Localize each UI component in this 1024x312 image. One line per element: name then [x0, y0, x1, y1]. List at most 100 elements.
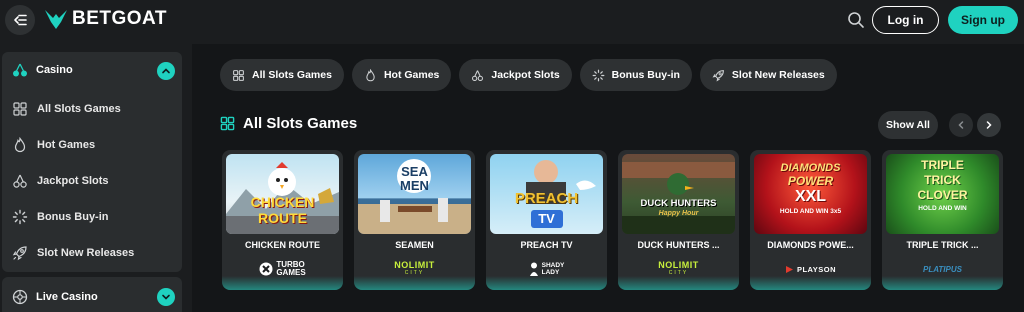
collapse-casino-button[interactable] [157, 62, 175, 80]
card-glow [618, 276, 739, 290]
lady-silhouette-icon [529, 262, 538, 276]
game-thumbnail[interactable]: SEA MEN [358, 154, 471, 234]
show-all-button[interactable]: Show All [878, 111, 938, 139]
game-card-diamonds-power[interactable]: DIAMONDS POWER XXL HOLD AND WIN 3x5 DIAM… [750, 150, 871, 290]
grid-icon [220, 116, 235, 131]
sidebar-item-label: All Slots Games [37, 103, 121, 115]
thumb-title-line-1: TRIPLE [921, 158, 964, 172]
card-glow [222, 276, 343, 290]
game-title: CHICKEN ROUTE [244, 240, 320, 250]
card-glow [486, 276, 607, 290]
thumb-title-line-4: HOLD AND WIN [918, 205, 967, 212]
category-label: Hot Games [383, 69, 440, 81]
category-slot-new-releases[interactable]: Slot New Releases [699, 59, 837, 91]
game-thumbnail[interactable]: DUCK HUNTERS Happy Hour [622, 154, 735, 234]
brand-logo[interactable]: BETGOAT [44, 8, 167, 30]
thumb-title-line-1: DIAMONDS [780, 162, 841, 174]
cherries-icon [13, 174, 27, 188]
section-heading: All Slots Games [220, 115, 357, 132]
flame-icon [14, 137, 26, 153]
rocket-icon [712, 69, 724, 81]
sidebar: Casino All Slots Games Hot Games Jackpot… [0, 48, 184, 312]
thumb-title-line-2: Happy Hour [658, 210, 699, 217]
thumb-title-line-2: POWER [787, 174, 834, 188]
chevron-left-icon [958, 121, 964, 129]
sidebar-casino-label: Casino [36, 64, 73, 76]
brand-name: BETGOAT [72, 8, 167, 29]
category-bonus-buy-in[interactable]: Bonus Buy-in [579, 59, 692, 91]
chevron-right-icon [986, 121, 992, 129]
spinner-icon [12, 209, 28, 225]
close-x-icon [259, 262, 273, 276]
thumb-title-line-2: MEN [400, 178, 429, 193]
sidebar-item-label: Jackpot Slots [37, 175, 109, 187]
game-card-chicken-route[interactable]: CHICKEN ROUTE CHICKEN ROUTE TURBO GAMES [222, 150, 343, 290]
sidebar-item-slot-new-releases[interactable]: Slot New Releases [2, 238, 182, 268]
category-all-slots[interactable]: All Slots Games [220, 59, 344, 91]
playson-play-icon [785, 265, 793, 273]
sidebar-item-hot-games[interactable]: Hot Games [2, 130, 182, 160]
game-title: DUCK HUNTERS ... [637, 240, 720, 250]
thumb-title-line-3: XXL [794, 188, 827, 205]
thumb-title-line-1: CHICKEN [250, 194, 315, 210]
grid-icon [13, 102, 27, 116]
spinner-icon [592, 69, 605, 81]
category-label: Slot New Releases [731, 69, 825, 81]
section-title: All Slots Games [243, 115, 358, 132]
chevron-up-icon [162, 68, 170, 74]
sidebar-section-live-casino: Live Casino [2, 277, 182, 312]
sidebar-section-casino: Casino All Slots Games Hot Games Jackpot… [2, 52, 182, 272]
login-button[interactable]: Log in [872, 6, 939, 34]
menu-collapse-button[interactable] [5, 5, 35, 35]
thumb-title-line-1: PREACH [514, 190, 579, 207]
category-filter-bar: All Slots Games Hot Games Jackpot Slots [220, 59, 837, 91]
category-hot-games[interactable]: Hot Games [351, 59, 452, 91]
roulette-icon [12, 289, 28, 305]
carousel-next-button[interactable] [977, 113, 1001, 137]
card-glow [750, 276, 871, 290]
thumb-title-line-1: DUCK HUNTERS [640, 198, 717, 209]
menu-collapse-icon [14, 14, 27, 26]
sidebar-live-casino-header[interactable]: Live Casino [2, 277, 182, 312]
game-card-triple-trick-clover[interactable]: TRIPLE TRICK CLOVER HOLD AND WIN TRIPLE … [882, 150, 1003, 290]
flame-icon [366, 68, 375, 81]
card-glow [354, 276, 475, 290]
game-thumbnail[interactable]: TRIPLE TRICK CLOVER HOLD AND WIN [886, 154, 999, 234]
game-thumbnail[interactable]: PREACH TV [490, 154, 603, 234]
goat-logo-icon [45, 10, 67, 29]
provider-name-line-1: NOLIMIT [658, 260, 699, 270]
search-button[interactable] [846, 10, 866, 30]
game-carousel: CHICKEN ROUTE CHICKEN ROUTE TURBO GAMES [222, 150, 1003, 290]
thumb-title-line-2: TRICK [924, 173, 961, 187]
signup-button[interactable]: Sign up [948, 6, 1018, 34]
sidebar-item-label: Slot New Releases [37, 247, 135, 259]
game-thumbnail[interactable]: DIAMONDS POWER XXL HOLD AND WIN 3x5 [754, 154, 867, 234]
game-card-seamen[interactable]: SEA MEN SEAMEN NOLIMIT CITY [354, 150, 475, 290]
game-thumbnail[interactable]: CHICKEN ROUTE [226, 154, 339, 234]
main-content: All Slots Games Hot Games Jackpot Slots [192, 44, 1024, 312]
carousel-prev-button[interactable] [949, 113, 973, 137]
chevron-down-icon [162, 294, 170, 300]
game-card-preach-tv[interactable]: PREACH TV PREACH TV SHADY LADY [486, 150, 607, 290]
thumb-title-line-2: TV [538, 211, 555, 226]
sidebar-item-all-slots[interactable]: All Slots Games [2, 94, 182, 124]
rocket-icon [12, 246, 27, 261]
sidebar-live-casino-label: Live Casino [36, 291, 98, 303]
card-glow [882, 276, 1003, 290]
sidebar-casino-header[interactable]: Casino [2, 52, 182, 88]
expand-live-casino-button[interactable] [157, 288, 175, 306]
provider-name-line-1: SHADY [541, 262, 565, 269]
thumb-title-line-3: CLOVER [917, 188, 968, 202]
sidebar-item-bonus-buy-in[interactable]: Bonus Buy-in [2, 202, 182, 232]
grid-icon [233, 69, 244, 81]
provider-name-line-1: NOLIMIT [394, 260, 435, 270]
thumb-title-line-1: SEA [401, 164, 428, 179]
game-card-duck-hunters[interactable]: DUCK HUNTERS Happy Hour DUCK HUNTERS ...… [618, 150, 739, 290]
sidebar-item-label: Bonus Buy-in [37, 211, 109, 223]
provider-name: PLATIPUS [923, 264, 962, 274]
cherries-icon [472, 69, 484, 81]
sidebar-item-jackpot-slots[interactable]: Jackpot Slots [2, 166, 182, 196]
category-label: Jackpot Slots [491, 69, 560, 81]
category-jackpot-slots[interactable]: Jackpot Slots [459, 59, 572, 91]
thumb-title-line-2: ROUTE [258, 210, 307, 226]
